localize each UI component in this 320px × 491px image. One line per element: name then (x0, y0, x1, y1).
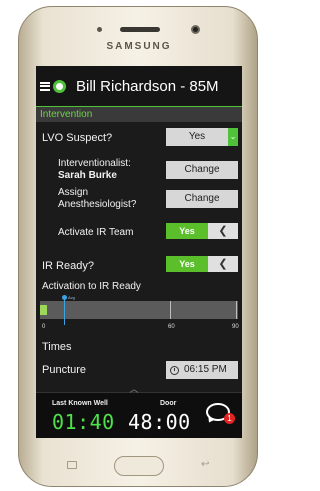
last-known-well-label: Last Known Well (52, 400, 108, 407)
activate-ir-team-toggle[interactable]: Yes ❮ (166, 223, 238, 239)
change-anesthesiologist-button[interactable]: Change (166, 190, 238, 208)
activate-ir-team-yes: Yes (166, 223, 208, 239)
ir-ready-yes: Yes (166, 256, 208, 272)
chevron-left-icon[interactable]: ❮ (208, 256, 238, 272)
anesthesiologist-label-line2: Anesthesiologist? (58, 199, 137, 210)
proximity-sensor (97, 27, 102, 32)
timeline-tick-90 (236, 301, 237, 319)
brand-logo: SAMSUNG (106, 41, 172, 52)
chat-unread-badge: 1 (224, 413, 235, 424)
top-bar: Bill Richardson - 85M (36, 66, 242, 106)
timeline-tick-label-90: 90 (232, 324, 239, 330)
app-screen: Bill Richardson - 85M Intervention LVO S… (36, 66, 242, 438)
timeline-tick-60 (170, 301, 171, 319)
recent-apps-key[interactable] (67, 461, 77, 469)
back-key-icon[interactable]: ↩ (201, 459, 209, 470)
chevron-down-icon: ⌄ (228, 128, 238, 146)
timeline-progress-fill (40, 305, 47, 315)
last-known-well-timer: 01:40 (52, 410, 115, 434)
clock-icon (170, 365, 179, 375)
lvo-suspect-value: Yes (188, 131, 206, 142)
timeline-tick-label-0: 0 (42, 324, 46, 330)
timeline-average-marker (64, 297, 65, 325)
interventionalist-label: Interventionalist: (58, 158, 131, 169)
home-button[interactable] (114, 456, 164, 476)
expand-up-icon[interactable]: ︿ (128, 385, 140, 394)
activate-ir-team-label: Activate IR Team (58, 227, 134, 238)
section-header-intervention: Intervention (36, 106, 242, 122)
door-label: Door (160, 400, 177, 407)
ir-ready-label: IR Ready? (42, 260, 94, 272)
lvo-suspect-label: LVO Suspect? (42, 132, 113, 144)
puncture-time-button[interactable]: 06:15 PM (166, 361, 238, 379)
lvo-suspect-select[interactable]: Yes ⌄ (166, 128, 238, 146)
footer-timers: ︿ Last Known Well 01:40 Door 48:00 1 (36, 385, 242, 438)
times-heading: Times (42, 341, 72, 353)
puncture-time: 06:15 PM (184, 364, 227, 375)
puncture-label: Puncture (42, 364, 87, 376)
timeline-average-tag: Avg (68, 295, 75, 300)
anesthesiologist-label-line1: Assign (58, 187, 89, 198)
front-camera (191, 25, 200, 34)
earpiece-speaker (120, 27, 160, 32)
patient-title: Bill Richardson - 85M (76, 77, 219, 95)
ir-ready-toggle[interactable]: Yes ❮ (166, 256, 238, 272)
chevron-left-icon[interactable]: ❮ (208, 223, 238, 239)
activation-timeline-bar (40, 301, 238, 319)
timeline-average-marker-head (62, 295, 67, 300)
activation-timeline-label: Activation to IR Ready (42, 281, 141, 292)
app-logo-icon (53, 79, 66, 93)
timeline-tick-label-60: 60 (168, 324, 175, 330)
hamburger-menu-icon[interactable] (40, 81, 50, 91)
interventionalist-name: Sarah Burke (58, 170, 117, 181)
change-interventionalist-button[interactable]: Change (166, 161, 238, 179)
door-timer: 48:00 (128, 410, 191, 434)
